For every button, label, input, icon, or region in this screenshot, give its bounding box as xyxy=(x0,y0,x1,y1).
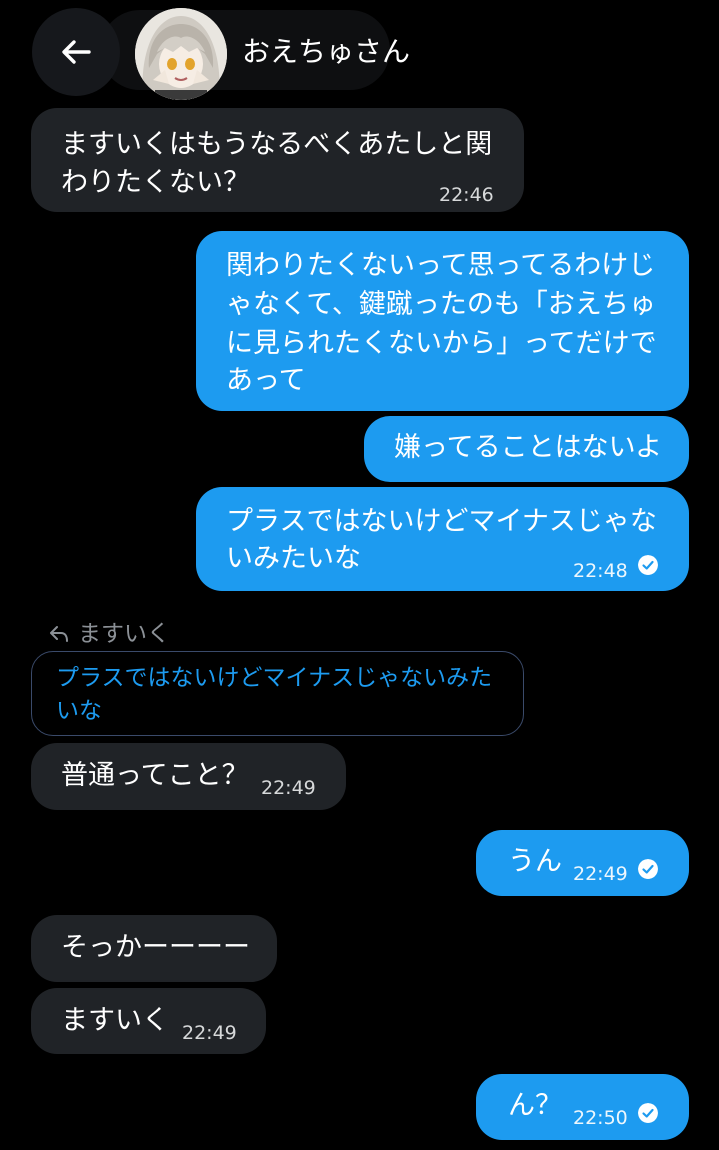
reply-context-label: ますいく xyxy=(78,621,170,647)
message-bubble-incoming[interactable]: そっかーーーー xyxy=(31,915,277,982)
message-text-line: ゃなくて、鍵蹴ったのも「おえちゅ xyxy=(226,289,656,320)
message-bubble-outgoing[interactable]: 嫌ってることはないよ xyxy=(364,416,689,482)
message-bubble-outgoing[interactable]: ん？ 22:50 xyxy=(476,1074,689,1140)
read-receipt-icon xyxy=(638,555,658,575)
avatar-illustration xyxy=(135,8,227,100)
message-timestamp: 22:49 xyxy=(573,863,628,885)
reply-arrow-icon xyxy=(50,626,68,642)
quoted-text-line: いな xyxy=(56,698,102,724)
conversation-header: おえちゅさん xyxy=(0,0,719,100)
contact-avatar[interactable] xyxy=(135,8,227,100)
message-text-line: そっかーーーー xyxy=(61,932,250,963)
read-receipt-icon xyxy=(638,859,658,879)
message-timestamp: 22:49 xyxy=(261,777,316,799)
quoted-message[interactable]: プラスではないけどマイナスじゃないみた いな xyxy=(31,651,524,736)
message-text-line: うん xyxy=(508,846,562,877)
read-receipt-icon xyxy=(638,1103,658,1123)
message-bubble-outgoing[interactable]: うん 22:49 xyxy=(476,830,689,896)
message-text-line: ん？ xyxy=(508,1090,562,1121)
reply-context: ますいく xyxy=(48,614,170,648)
arrow-left-icon xyxy=(62,40,91,64)
quoted-text-line: プラスではないけどマイナスじゃないみた xyxy=(56,665,493,691)
message-text-line: いみたいな xyxy=(226,543,361,574)
message-text-line: 嫌ってることはないよ xyxy=(394,432,663,463)
message-bubble-incoming[interactable]: ますいくはもうなるべくあたしと関 わりたくない？ 22:46 xyxy=(31,108,524,212)
message-bubble-outgoing[interactable]: 関わりたくないって思ってるわけじ ゃなくて、鍵蹴ったのも「おえちゅ に見られたく… xyxy=(196,231,689,411)
message-text-line: 普通ってこと？ xyxy=(61,760,249,791)
contact-name[interactable]: おえちゅさん xyxy=(242,30,410,70)
message-text-line: あって xyxy=(226,365,306,396)
message-bubble-incoming[interactable]: ますいく 22:49 xyxy=(31,988,266,1054)
message-text-line: プラスではないけどマイナスじゃな xyxy=(226,506,657,537)
message-text-line: ますいくはもうなるべくあたしと関 xyxy=(61,129,493,160)
quoted-message-text: プラスではないけどマイナスじゃないみた いな xyxy=(56,662,492,728)
message-timestamp: 22:50 xyxy=(573,1107,628,1129)
message-text-line: わりたくない？ xyxy=(61,167,250,198)
message-timestamp: 22:48 xyxy=(573,560,628,582)
message-bubble-outgoing[interactable]: プラスではないけどマイナスじゃな いみたいな 22:48 xyxy=(196,487,689,591)
back-button[interactable] xyxy=(32,8,120,96)
message-text-line: に見られたくないから」ってだけで xyxy=(226,328,657,359)
message-timestamp: 22:46 xyxy=(439,184,494,206)
message-text-line: ますいく xyxy=(61,1005,169,1036)
message-text-line: 関わりたくないって思ってるわけじ xyxy=(226,250,656,281)
message-bubble-incoming[interactable]: 普通ってこと？ 22:49 xyxy=(31,743,346,810)
message-timestamp: 22:49 xyxy=(182,1022,237,1044)
